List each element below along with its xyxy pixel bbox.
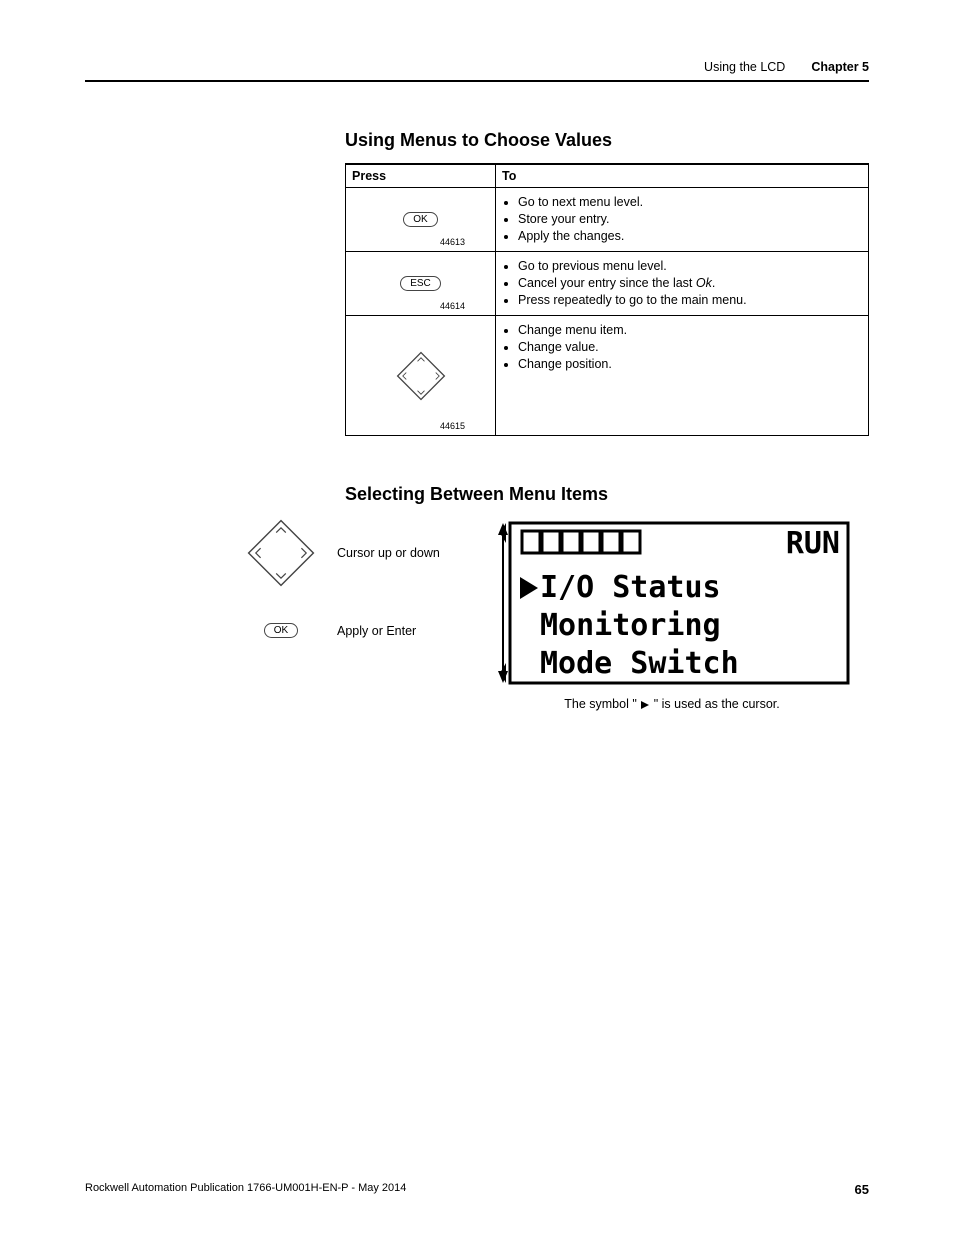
header-chapter: Chapter 5 (811, 60, 869, 74)
action-item: Cancel your entry since the last Ok. (518, 276, 862, 290)
page-header: Using the LCD Chapter 5 (85, 60, 869, 82)
header-section-title: Using the LCD (704, 60, 785, 74)
control-legend-item: OK Apply or Enter (245, 623, 445, 638)
action-item: Press repeatedly to go to the main menu. (518, 293, 862, 307)
control-legend-item: Cursor up or down (245, 517, 445, 589)
col-to: To (496, 164, 869, 188)
action-item: Change menu item. (518, 323, 862, 337)
action-item: Apply the changes. (518, 229, 862, 243)
figure-number: 44614 (440, 301, 465, 311)
control-legend-label: Apply or Enter (337, 624, 416, 638)
ok-button-icon: OK (264, 623, 298, 638)
table-row: OK 44613 Go to next menu level. Store yo… (346, 188, 869, 252)
col-press: Press (346, 164, 496, 188)
table-row: 44615 Change menu item. Change value. Ch… (346, 316, 869, 436)
action-item: Go to previous menu level. (518, 259, 862, 273)
action-item: Change position. (518, 357, 862, 371)
dpad-icon (395, 350, 447, 402)
lcd-caption: The symbol " " is used as the cursor. (564, 697, 780, 711)
page-footer: Rockwell Automation Publication 1766-UM0… (85, 1182, 869, 1197)
lcd-line: Monitoring (540, 608, 721, 643)
lcd-line: I/O Status (540, 570, 721, 605)
button-actions-table: Press To OK 44613 Go to next menu lev (345, 163, 869, 436)
figure-number: 44613 (440, 237, 465, 247)
table-row: ESC 44614 Go to previous menu level. Can… (346, 252, 869, 316)
control-legend-label: Cursor up or down (337, 546, 440, 560)
publication-id: Rockwell Automation Publication 1766-UM0… (85, 1182, 406, 1197)
ok-button-icon: OK (403, 212, 437, 227)
section-heading-selecting: Selecting Between Menu Items (345, 484, 869, 505)
lcd-line: Mode Switch (540, 646, 739, 681)
cursor-triangle-icon (640, 700, 650, 710)
esc-button-icon: ESC (400, 276, 441, 291)
lcd-status: RUN (786, 526, 840, 561)
action-item: Store your entry. (518, 212, 862, 226)
page-number: 65 (855, 1182, 869, 1197)
action-item: Change value. (518, 340, 862, 354)
dpad-icon (245, 517, 317, 589)
section-heading-menus: Using Menus to Choose Values (345, 130, 869, 151)
lcd-screenshot: RUN I/O Status Monitoring Mode Switch (492, 517, 852, 687)
action-item: Go to next menu level. (518, 195, 862, 209)
figure-number: 44615 (440, 421, 465, 431)
